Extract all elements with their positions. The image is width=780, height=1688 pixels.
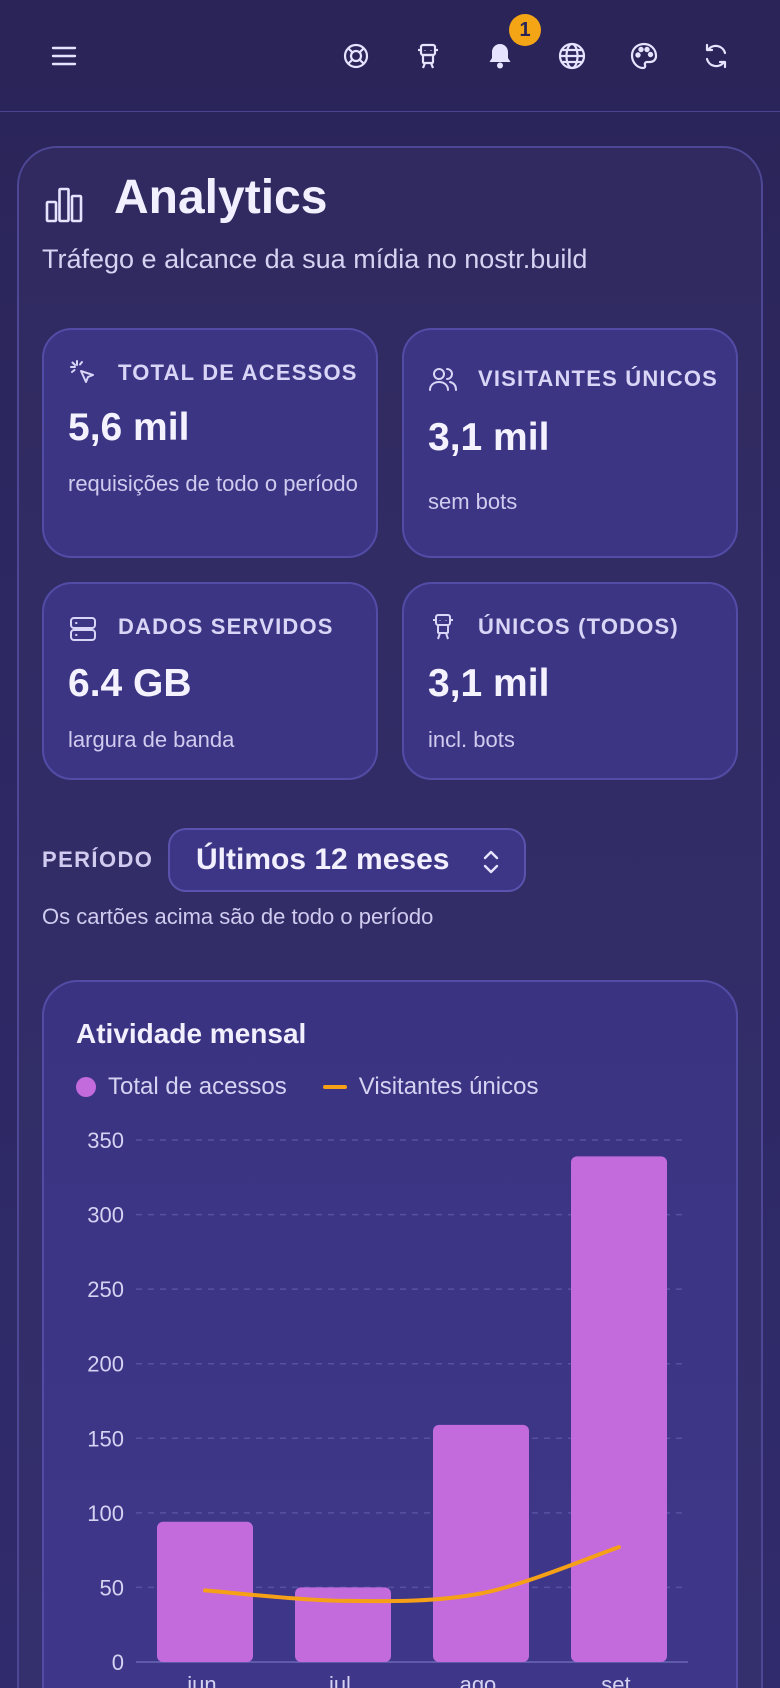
x-tick-label: jul. — [328, 1672, 357, 1688]
y-tick-label: 200 — [87, 1352, 124, 1377]
monthly-activity-chart: 0 50 100 150 200 250 300 350 jun. jul. ago. set. — [87, 1128, 688, 1688]
x-tick-label: set. — [601, 1672, 636, 1688]
unique-visitors-line — [203, 1545, 621, 1604]
y-tick-label: 150 — [87, 1426, 124, 1451]
analytics-page: 1 Analytics Tráfego e alcance da sua míd… — [0, 0, 780, 1688]
x-tick-label: jun. — [186, 1672, 222, 1688]
y-tick-label: 50 — [100, 1575, 124, 1600]
y-tick-label: 300 — [87, 1203, 124, 1228]
y-tick-label: 0 — [112, 1650, 124, 1675]
y-tick-label: 350 — [87, 1128, 124, 1153]
bar-ago — [433, 1424, 529, 1662]
y-tick-label: 100 — [87, 1501, 124, 1526]
y-tick-label: 250 — [87, 1277, 124, 1302]
x-tick-label: ago. — [460, 1672, 503, 1688]
bar-set — [571, 1156, 667, 1662]
